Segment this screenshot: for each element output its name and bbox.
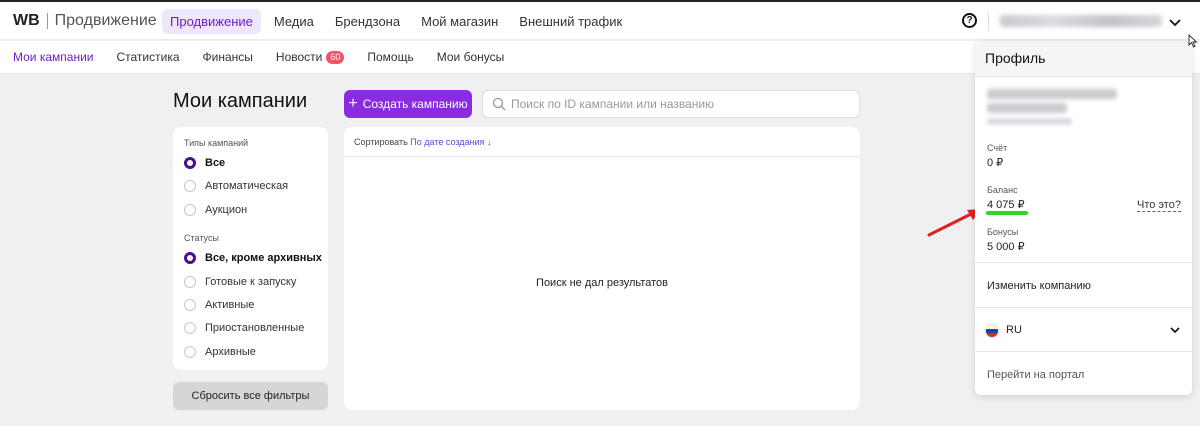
radio-label: Все — [205, 157, 226, 169]
radio-button[interactable] — [184, 346, 196, 358]
radio-label: Аукцион — [205, 204, 248, 216]
profile-divider — [975, 262, 1192, 263]
radio-status-all-except-archived[interactable]: Все, кроме архивных — [184, 252, 322, 264]
radio-button[interactable] — [184, 252, 196, 264]
search-input[interactable] — [511, 96, 851, 112]
profile-header: Профиль — [975, 41, 1192, 77]
chevron-down-icon[interactable] — [1169, 324, 1181, 336]
news-count-badge: 60 — [326, 50, 345, 64]
balance-label: Баланс — [987, 185, 1018, 195]
bonuses-label: Бонусы — [987, 227, 1019, 237]
empty-state-text: Поиск не дал результатов — [536, 277, 668, 289]
radio-button[interactable] — [184, 322, 196, 334]
logo-separator — [46, 13, 48, 29]
results-divider — [344, 156, 860, 157]
sort-value: По дате создания — [410, 137, 485, 147]
reset-filters-button[interactable]: Сбросить все фильтры — [173, 382, 328, 410]
company-name-blurred-line2 — [987, 103, 1067, 113]
radio-type-automatic[interactable]: Автоматическая — [184, 180, 288, 192]
radio-status-ready[interactable]: Готовые к запуску — [184, 276, 296, 288]
page-title: Мои кампании — [173, 90, 308, 112]
search-field[interactable] — [482, 90, 860, 118]
profile-divider — [975, 307, 1192, 308]
radio-type-all[interactable]: Все — [184, 157, 225, 169]
subnav-item-news[interactable]: Новости 60 — [275, 50, 345, 64]
change-company-link[interactable]: Изменить компанию — [987, 280, 1091, 292]
balance-value: 4 075 ₽ — [987, 199, 1025, 211]
russia-flag-icon — [985, 324, 999, 338]
subnav-news-label: Новости — [275, 50, 323, 64]
statuses-label: Статусы — [184, 233, 219, 243]
top-nav-item-promotion[interactable]: Продвижение — [162, 9, 261, 34]
top-nav-item-media[interactable]: Медиа — [266, 9, 322, 34]
company-id-blurred — [987, 118, 1072, 125]
radio-status-paused[interactable]: Приостановленные — [184, 322, 304, 334]
logo[interactable]: WB Продвижение — [13, 12, 157, 30]
radio-label: Архивные — [205, 346, 256, 358]
subnav-item-my-bonuses[interactable]: Мои бонусы — [437, 50, 505, 64]
logo-title: Продвижение — [54, 12, 157, 29]
account-value: 0 ₽ — [987, 157, 1004, 169]
subnav-item-help[interactable]: Помощь — [367, 50, 413, 64]
header-divider — [988, 13, 989, 31]
filters-panel: Типы кампаний Все Автоматическая Аукцион… — [173, 127, 328, 370]
annotation-underline — [986, 211, 1028, 215]
radio-label: Приостановленные — [205, 322, 305, 334]
profile-dropdown-panel: Профиль Счёт 0 ₽ Баланс 4 075 ₽ Что это?… — [975, 41, 1192, 395]
radio-type-auction[interactable]: Аукцион — [184, 204, 247, 216]
top-nav-item-brandzone[interactable]: Брендзона — [327, 9, 408, 34]
radio-label: Готовые к запуску — [205, 276, 297, 288]
top-header: WB Продвижение Продвижение Медиа Брендзо… — [0, 2, 1200, 40]
subnav-item-my-campaigns[interactable]: Мои кампании — [13, 50, 93, 64]
arrow-down-icon: ↓ — [486, 137, 492, 147]
profile-divider — [975, 351, 1192, 352]
subnav-item-statistics[interactable]: Статистика — [116, 50, 179, 64]
top-nav-item-my-store[interactable]: Мой магазин — [413, 9, 506, 34]
go-to-portal-link[interactable]: Перейти на портал — [987, 369, 1084, 381]
subnav-item-finances[interactable]: Финансы — [203, 50, 253, 64]
mouse-cursor-icon — [1188, 34, 1198, 48]
chevron-down-icon[interactable] — [1168, 15, 1182, 29]
radio-button[interactable] — [184, 157, 196, 169]
campaign-types-label: Типы кампаний — [184, 138, 249, 148]
sort-dropdown[interactable]: По дате создания ↓ — [410, 137, 491, 147]
top-nav: Продвижение Медиа Брендзона Мой магазин … — [162, 9, 635, 34]
top-nav-item-external-traffic[interactable]: Внешний трафик — [511, 9, 630, 34]
logo-brand: WB — [13, 12, 40, 29]
language-selector[interactable]: RU — [1006, 324, 1022, 336]
sort-control: Сортировать По дате создания ↓ — [354, 137, 491, 147]
radio-status-active[interactable]: Активные — [184, 299, 254, 311]
radio-button[interactable] — [184, 276, 196, 288]
company-name-blurred — [987, 89, 1117, 99]
radio-button[interactable] — [184, 204, 196, 216]
radio-label: Активные — [205, 299, 255, 311]
create-campaign-label: Создать кампанию — [362, 97, 468, 111]
create-campaign-button[interactable]: + Создать кампанию — [344, 90, 472, 118]
radio-label: Автоматическая — [205, 180, 289, 192]
results-panel: Сортировать По дате создания ↓ Поиск не … — [344, 127, 860, 410]
plus-icon: + — [348, 95, 358, 112]
radio-button[interactable] — [184, 180, 196, 192]
what-is-this-link[interactable]: Что это? — [1137, 199, 1181, 212]
bonuses-value: 5 000 ₽ — [987, 241, 1025, 253]
sort-label: Сортировать — [354, 137, 408, 147]
radio-status-archived[interactable]: Архивные — [184, 346, 256, 358]
question-circle-icon[interactable]: ? — [962, 13, 977, 28]
profile-title: Профиль — [985, 50, 1046, 66]
account-name-blurred[interactable] — [1000, 15, 1162, 27]
account-label: Счёт — [987, 143, 1008, 153]
radio-button[interactable] — [184, 299, 196, 311]
radio-label: Все, кроме архивных — [205, 252, 322, 264]
search-icon — [492, 97, 506, 111]
